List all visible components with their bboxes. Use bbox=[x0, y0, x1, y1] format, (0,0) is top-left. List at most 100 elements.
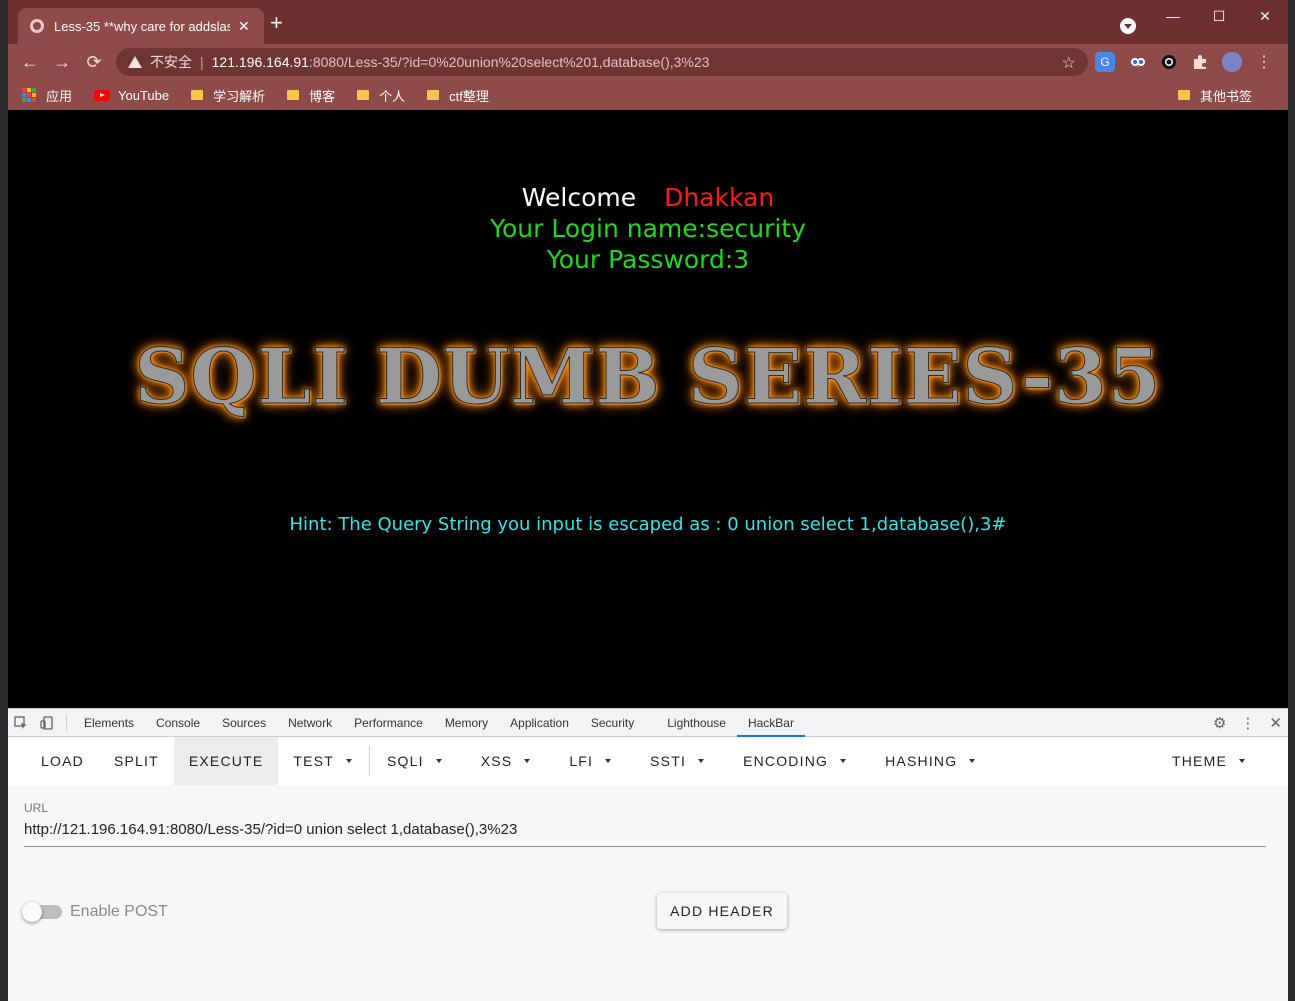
add-header-button[interactable]: ADD HEADER bbox=[657, 893, 787, 929]
welcome-block: Welcome Dhakkan Your Login name:security … bbox=[8, 182, 1288, 275]
xss-menu[interactable]: XSS bbox=[457, 737, 546, 785]
tab-performance[interactable]: Performance bbox=[343, 709, 434, 737]
ssti-label: SSTI bbox=[650, 753, 687, 769]
avatar-icon[interactable] bbox=[1222, 52, 1242, 72]
menu-divider bbox=[368, 746, 370, 776]
bookmarks-bar: 应用 YouTube 学习解析 博客 个人 ctf整理 其他书签 bbox=[8, 80, 1288, 110]
url-label: URL bbox=[24, 801, 49, 815]
tab-title: Less-35 **why care for addslashes()** bbox=[54, 18, 230, 34]
back-button[interactable]: ← bbox=[18, 50, 42, 74]
tab-lighthouse[interactable]: Lighthouse bbox=[656, 709, 737, 737]
address-path: :8080/Less-35/?id=0%20union%20select%201… bbox=[308, 54, 710, 70]
bookmark-folder[interactable]: ctf整理 bbox=[427, 86, 489, 105]
new-tab-button[interactable]: + bbox=[270, 12, 283, 34]
browser-tab[interactable]: Less-35 **why care for addslashes()** ✕ bbox=[18, 8, 264, 44]
hackbar-menu: LOAD SPLIT EXECUTE TEST SQLI XSS LFI SST… bbox=[8, 737, 1288, 785]
password-text: Your Password:3 bbox=[546, 245, 750, 274]
theme-menu[interactable]: THEME bbox=[1157, 737, 1260, 785]
address-separator: | bbox=[200, 54, 204, 70]
folder-icon bbox=[357, 90, 370, 100]
bookmark-apps[interactable]: 应用 bbox=[22, 86, 72, 105]
xss-label: XSS bbox=[480, 753, 513, 769]
bookmark-youtube[interactable]: YouTube bbox=[94, 88, 169, 103]
tab-elements[interactable]: Elements bbox=[73, 709, 145, 737]
devtools-tab-bar: Elements Console Sources Network Perform… bbox=[8, 709, 1288, 737]
caret-down-icon bbox=[1239, 759, 1245, 763]
tab-security[interactable]: Security bbox=[580, 709, 656, 737]
browser-toolbar: ← → ⟳ 不安全 | 121.196.164.91 :8080/Less-35… bbox=[8, 44, 1288, 80]
bookmark-label: YouTube bbox=[118, 87, 170, 103]
sqli-label: SQLI bbox=[386, 753, 424, 769]
bookmark-label: 应用 bbox=[46, 88, 73, 104]
lfi-menu[interactable]: LFI bbox=[545, 737, 626, 785]
load-button[interactable]: LOAD bbox=[26, 737, 99, 785]
title-bar: Less-35 **why care for addslashes()** ✕ … bbox=[8, 0, 1288, 44]
reload-button[interactable]: ⟳ bbox=[82, 50, 106, 74]
caret-down-icon bbox=[698, 759, 705, 763]
desktop-left-edge bbox=[0, 0, 8, 1001]
browser-window: Less-35 **why care for addslashes()** ✕ … bbox=[8, 0, 1288, 1001]
youtube-icon bbox=[94, 89, 111, 101]
profile-menu-icon[interactable] bbox=[1120, 18, 1136, 34]
split-button[interactable]: SPLIT bbox=[99, 737, 174, 785]
enable-post-toggle[interactable] bbox=[22, 902, 62, 922]
menu-icon[interactable]: ⋮ bbox=[1254, 52, 1274, 72]
folder-icon bbox=[1177, 90, 1190, 100]
inspect-element-icon[interactable] bbox=[8, 709, 34, 737]
forward-button[interactable]: → bbox=[50, 50, 74, 74]
tab-application[interactable]: Application bbox=[499, 709, 580, 737]
toggle-knob[interactable] bbox=[22, 902, 42, 922]
sqli-menu[interactable]: SQLI bbox=[372, 737, 457, 785]
ssti-menu[interactable]: SSTI bbox=[626, 737, 719, 785]
other-bookmarks[interactable]: 其他书签 bbox=[1177, 80, 1252, 110]
address-bar[interactable]: 不安全 | 121.196.164.91 :8080/Less-35/?id=0… bbox=[116, 48, 1088, 76]
maximize-button[interactable]: ☐ bbox=[1196, 0, 1242, 32]
encoding-label: ENCODING bbox=[743, 753, 829, 769]
bookmark-star-icon[interactable]: ☆ bbox=[1062, 53, 1076, 73]
tab-memory[interactable]: Memory bbox=[434, 709, 499, 737]
devtools-actions: ⚙ ⋮ ✕ bbox=[1199, 709, 1282, 737]
caret-down-icon bbox=[524, 759, 531, 763]
page-content: Welcome Dhakkan Your Login name:security … bbox=[8, 110, 1288, 708]
url-input[interactable]: http://121.196.164.91:8080/Less-35/?id=0… bbox=[24, 821, 1266, 847]
tab-close-icon[interactable]: ✕ bbox=[238, 18, 250, 35]
globe-icon bbox=[30, 19, 44, 33]
security-label[interactable]: 不安全 bbox=[150, 52, 192, 72]
caret-down-icon bbox=[969, 759, 976, 763]
other-bookmarks-label: 其他书签 bbox=[1199, 88, 1252, 104]
folder-icon bbox=[287, 90, 300, 100]
folder-icon bbox=[191, 90, 204, 100]
caret-down-icon bbox=[605, 759, 612, 763]
settings-gear-icon[interactable]: ⚙ bbox=[1213, 714, 1226, 732]
tab-console[interactable]: Console bbox=[145, 709, 211, 737]
owl-icon[interactable] bbox=[1128, 52, 1148, 72]
login-name-text: Your Login name:security bbox=[490, 214, 806, 243]
tab-hackbar[interactable]: HackBar bbox=[736, 709, 805, 737]
hashing-menu[interactable]: HASHING bbox=[861, 737, 990, 785]
circle-icon[interactable] bbox=[1159, 52, 1179, 72]
more-options-icon[interactable]: ⋮ bbox=[1240, 714, 1255, 732]
welcome-text: Welcome bbox=[521, 183, 637, 212]
bookmark-folder[interactable]: 博客 bbox=[287, 86, 335, 105]
bookmark-folder[interactable]: 个人 bbox=[357, 86, 405, 105]
bookmark-label: 博客 bbox=[309, 88, 336, 104]
execute-button[interactable]: EXECUTE bbox=[173, 737, 279, 785]
hint-text: Hint: The Query String you input is esca… bbox=[289, 514, 1007, 535]
address-host: 121.196.164.91 bbox=[211, 54, 309, 70]
puzzle-icon[interactable] bbox=[1190, 52, 1210, 72]
device-toolbar-icon[interactable] bbox=[34, 709, 60, 737]
tab-network[interactable]: Network bbox=[277, 709, 343, 737]
tab-sources[interactable]: Sources bbox=[211, 709, 277, 737]
enable-post-label: Enable POST bbox=[70, 903, 168, 920]
warning-icon bbox=[128, 56, 142, 68]
bookmark-folder[interactable]: 学习解析 bbox=[191, 86, 265, 105]
minimize-button[interactable]: — bbox=[1150, 0, 1196, 32]
bookmark-label: 学习解析 bbox=[213, 88, 266, 104]
translate-icon[interactable]: G bbox=[1095, 52, 1115, 72]
window-controls: — ☐ ✕ bbox=[1150, 0, 1288, 32]
test-menu[interactable]: TEST bbox=[278, 737, 367, 785]
close-window-button[interactable]: ✕ bbox=[1242, 0, 1288, 32]
encoding-menu[interactable]: ENCODING bbox=[719, 737, 861, 785]
close-devtools-icon[interactable]: ✕ bbox=[1269, 714, 1282, 732]
desktop-right-edge bbox=[1288, 0, 1295, 1001]
